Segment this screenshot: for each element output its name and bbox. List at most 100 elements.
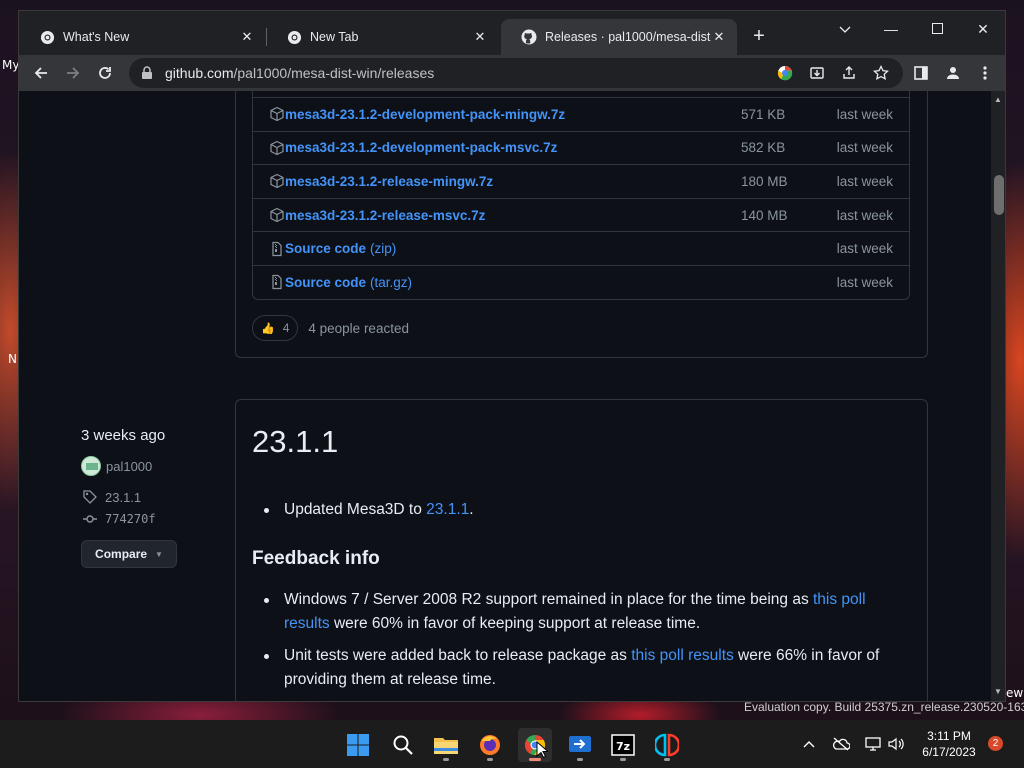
asset-link[interactable]: mesa3d-23.1.2-development-pack-msvc.7z: [285, 140, 557, 155]
scrollbar-thumb[interactable]: [994, 175, 1004, 215]
github-icon: [521, 29, 537, 45]
profile-icon[interactable]: [941, 61, 965, 85]
tag-name[interactable]: 23.1.1: [105, 490, 141, 505]
note-text: were 60% in favor of keeping support at …: [329, 615, 701, 632]
asset-link[interactable]: Source code: [285, 241, 366, 256]
volume-icon[interactable]: [886, 734, 906, 754]
taskbar-7zip[interactable]: 7z: [606, 728, 640, 762]
package-icon: [269, 106, 285, 122]
show-hidden-icons-chevron-icon[interactable]: [799, 734, 819, 754]
close-icon[interactable]: ✕: [472, 29, 488, 45]
commit-sha[interactable]: 774270f: [105, 512, 156, 526]
tab-releases[interactable]: Releases · pal1000/mesa-dist-win ✕: [501, 19, 737, 55]
asset-link[interactable]: Source code: [285, 275, 366, 290]
asset-row[interactable]: Source code (zip) last week: [253, 231, 909, 265]
taskbar-firefox[interactable]: [473, 728, 507, 762]
thumbs-up-icon: 👍: [261, 322, 275, 335]
scroll-down-icon[interactable]: ▼: [994, 687, 1002, 696]
new-tab-button[interactable]: +: [747, 25, 771, 49]
asset-row[interactable]: mesa3d-23.1.2-development-pack-mingw.7z …: [253, 97, 909, 131]
google-icon[interactable]: [773, 61, 797, 85]
tab-search-chevron-icon[interactable]: [822, 15, 868, 45]
running-indicator: [577, 758, 583, 761]
maximize-button[interactable]: [914, 15, 960, 45]
asset-size: 140 MB: [741, 207, 788, 223]
tab-new-tab[interactable]: New Tab ✕: [266, 19, 498, 55]
taskbar-clock[interactable]: 3:11 PM 6/17/2023: [914, 728, 984, 760]
asset-date: last week: [836, 241, 893, 257]
asset-link[interactable]: mesa3d-23.1.2-release-mingw.7z: [285, 174, 493, 189]
search-button[interactable]: [386, 728, 420, 762]
desktop-label: ew: [1006, 686, 1024, 700]
windows-logo-icon: [347, 734, 369, 756]
tag-icon: [81, 488, 99, 506]
close-icon[interactable]: ✕: [711, 29, 727, 45]
release-notes-list: Updated Mesa3D to 23.1.1.: [252, 498, 902, 530]
page-scrollbar[interactable]: ▲ ▼: [991, 91, 1005, 701]
page-content: mesa3d-23.1.2-development-pack-mingw.7z …: [19, 91, 991, 701]
firefox-icon: [480, 735, 500, 755]
bookmark-star-icon[interactable]: [869, 61, 893, 85]
list-item: Updated Mesa3D to 23.1.1.: [252, 498, 902, 522]
taskbar-file-explorer[interactable]: [429, 728, 463, 762]
running-indicator: [443, 758, 449, 761]
asset-format[interactable]: (zip): [370, 241, 396, 256]
close-icon[interactable]: ✕: [239, 29, 255, 45]
close-window-button[interactable]: ✕: [960, 15, 1005, 45]
feedback-list: Windows 7 / Server 2008 R2 support remai…: [252, 588, 902, 700]
release-time[interactable]: 3 weeks ago: [81, 427, 221, 444]
package-icon: [269, 207, 285, 223]
asset-row[interactable]: mesa3d-23.1.2-development-pack-msvc.7z 5…: [253, 130, 909, 165]
desktop-label: N: [8, 352, 17, 366]
back-button[interactable]: [29, 61, 53, 85]
lock-icon[interactable]: [141, 66, 155, 80]
notification-badge[interactable]: 2: [988, 736, 1003, 751]
install-app-icon[interactable]: [805, 61, 829, 85]
running-indicator: [487, 758, 493, 761]
scroll-up-icon[interactable]: ▲: [994, 95, 1002, 104]
forward-button[interactable]: [61, 61, 85, 85]
asset-size: 582 KB: [741, 140, 786, 156]
running-indicator: [664, 758, 670, 761]
menu-kebab-icon[interactable]: [973, 61, 997, 85]
taskbar-yuzu[interactable]: [650, 728, 684, 762]
release-commit[interactable]: 774270f: [81, 510, 221, 528]
asset-link[interactable]: mesa3d-23.1.2-release-msvc.7z: [285, 208, 485, 223]
release-title[interactable]: 23.1.1: [252, 424, 338, 460]
share-icon[interactable]: [837, 61, 861, 85]
chrome-icon: [286, 29, 302, 45]
asset-date: last week: [836, 207, 893, 223]
start-button[interactable]: [341, 728, 375, 762]
taskbar: 7z: [0, 720, 1024, 768]
poll-results-link[interactable]: this poll results: [631, 647, 734, 664]
clock-time: 3:11 PM: [927, 729, 971, 743]
tab-whats-new[interactable]: What's New ✕: [19, 19, 265, 55]
asset-row[interactable]: Source code (tar.gz) last week: [253, 264, 909, 299]
clock-date: 6/17/2023: [922, 745, 976, 759]
release-tag[interactable]: 23.1.1: [81, 488, 221, 506]
compare-button[interactable]: Compare ▼: [81, 540, 177, 568]
version-link[interactable]: 23.1.1: [426, 501, 469, 518]
avatar[interactable]: [81, 456, 101, 476]
onedrive-icon[interactable]: [831, 734, 851, 754]
asset-format[interactable]: (tar.gz): [370, 275, 412, 290]
release-meta: 3 weeks ago pal1000 23.1.1 774270f Compa…: [81, 427, 221, 568]
list-item: Windows 7 / Server 2008 R2 support remai…: [252, 588, 902, 636]
side-panel-icon[interactable]: [909, 61, 933, 85]
tab-strip: What's New ✕ New Tab ✕ Releases · pal100…: [19, 11, 1005, 55]
asset-row[interactable]: mesa3d-23.1.2-release-mingw.7z 180 MB la…: [253, 164, 909, 198]
asset-link[interactable]: mesa3d-23.1.2-development-pack-mingw.7z: [285, 107, 565, 122]
release-author[interactable]: pal1000: [81, 456, 221, 476]
author-name[interactable]: pal1000: [106, 459, 152, 474]
minimize-button[interactable]: —: [868, 15, 914, 45]
asset-row[interactable]: mesa3d-23.1.2-release-msvc.7z 140 MB las…: [253, 197, 909, 232]
thumbs-up-reaction-button[interactable]: 👍 4: [252, 315, 299, 341]
reload-button[interactable]: [93, 61, 117, 85]
asset-date: last week: [836, 274, 893, 290]
chrome-icon: [39, 29, 55, 45]
remote-desktop-icon: [569, 736, 591, 752]
reactions-bar: 👍 4 4 people reacted: [252, 315, 409, 341]
commit-icon: [81, 510, 99, 528]
taskbar-remote-app[interactable]: [563, 728, 597, 762]
network-icon[interactable]: [863, 734, 883, 754]
